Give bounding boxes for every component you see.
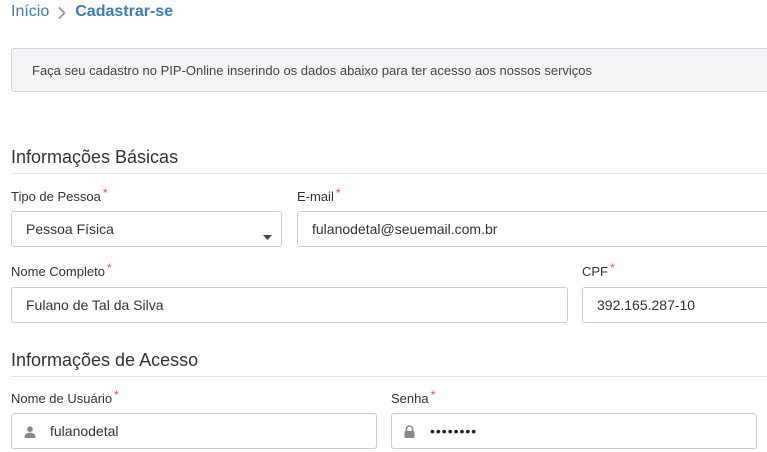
section-divider (11, 376, 767, 377)
breadcrumb: Início Cadastrar-se (11, 2, 173, 22)
breadcrumb-home-link[interactable]: Início (11, 3, 49, 21)
email-label-text: E-mail (297, 189, 334, 204)
password-field[interactable]: •••••••• (391, 413, 757, 449)
email-label: E-mail * (297, 186, 341, 204)
full-name-label: Nome Completo * (11, 261, 112, 279)
full-name-field[interactable]: Fulano de Tal da Silva (11, 287, 568, 323)
person-type-label-text: Tipo de Pessoa (11, 189, 101, 204)
cpf-label: CPF * (582, 261, 615, 279)
person-type-label: Tipo de Pessoa * (11, 186, 108, 204)
email-value: fulanodetal@seuemail.com.br (312, 221, 498, 237)
section-divider (11, 173, 767, 174)
lock-icon (404, 425, 415, 441)
info-alert-text: Faça seu cadastro no PIP-Online inserind… (32, 63, 593, 78)
required-mark: * (114, 388, 119, 402)
breadcrumb-current: Cadastrar-se (75, 3, 174, 20)
password-value: •••••••• (430, 423, 478, 439)
username-label: Nome de Usuário * (11, 388, 119, 406)
person-type-select[interactable]: Pessoa Física (11, 211, 282, 247)
full-name-label-text: Nome Completo (11, 264, 105, 279)
cpf-value: 392.165.287-10 (597, 297, 696, 313)
caret-down-icon (263, 227, 272, 243)
password-label: Senha * (391, 388, 436, 406)
signup-page: Início Cadastrar-se Faça seu cadastro no… (0, 0, 767, 452)
person-type-value: Pessoa Física (26, 221, 114, 237)
required-mark: * (430, 388, 436, 402)
chevron-right-icon (49, 2, 75, 22)
email-field[interactable]: fulanodetal@seuemail.com.br (297, 211, 767, 247)
cpf-label-text: CPF (582, 264, 608, 279)
section-title-basic-info: Informações Básicas (11, 147, 179, 167)
required-mark: * (106, 261, 112, 275)
password-label-text: Senha (391, 391, 429, 406)
username-field[interactable]: fulanodetal (11, 413, 377, 449)
cpf-field[interactable]: 392.165.287-10 (582, 287, 767, 323)
full-name-value: Fulano de Tal da Silva (26, 297, 164, 313)
required-mark: * (102, 186, 108, 200)
required-mark: * (335, 186, 341, 200)
user-icon (24, 425, 36, 441)
info-alert: Faça seu cadastro no PIP-Online inserind… (11, 48, 767, 92)
section-title-access-info: Informações de Acesso (11, 350, 199, 370)
username-value: fulanodetal (50, 423, 119, 439)
username-label-text: Nome de Usuário (11, 391, 113, 406)
required-mark: * (610, 261, 615, 275)
